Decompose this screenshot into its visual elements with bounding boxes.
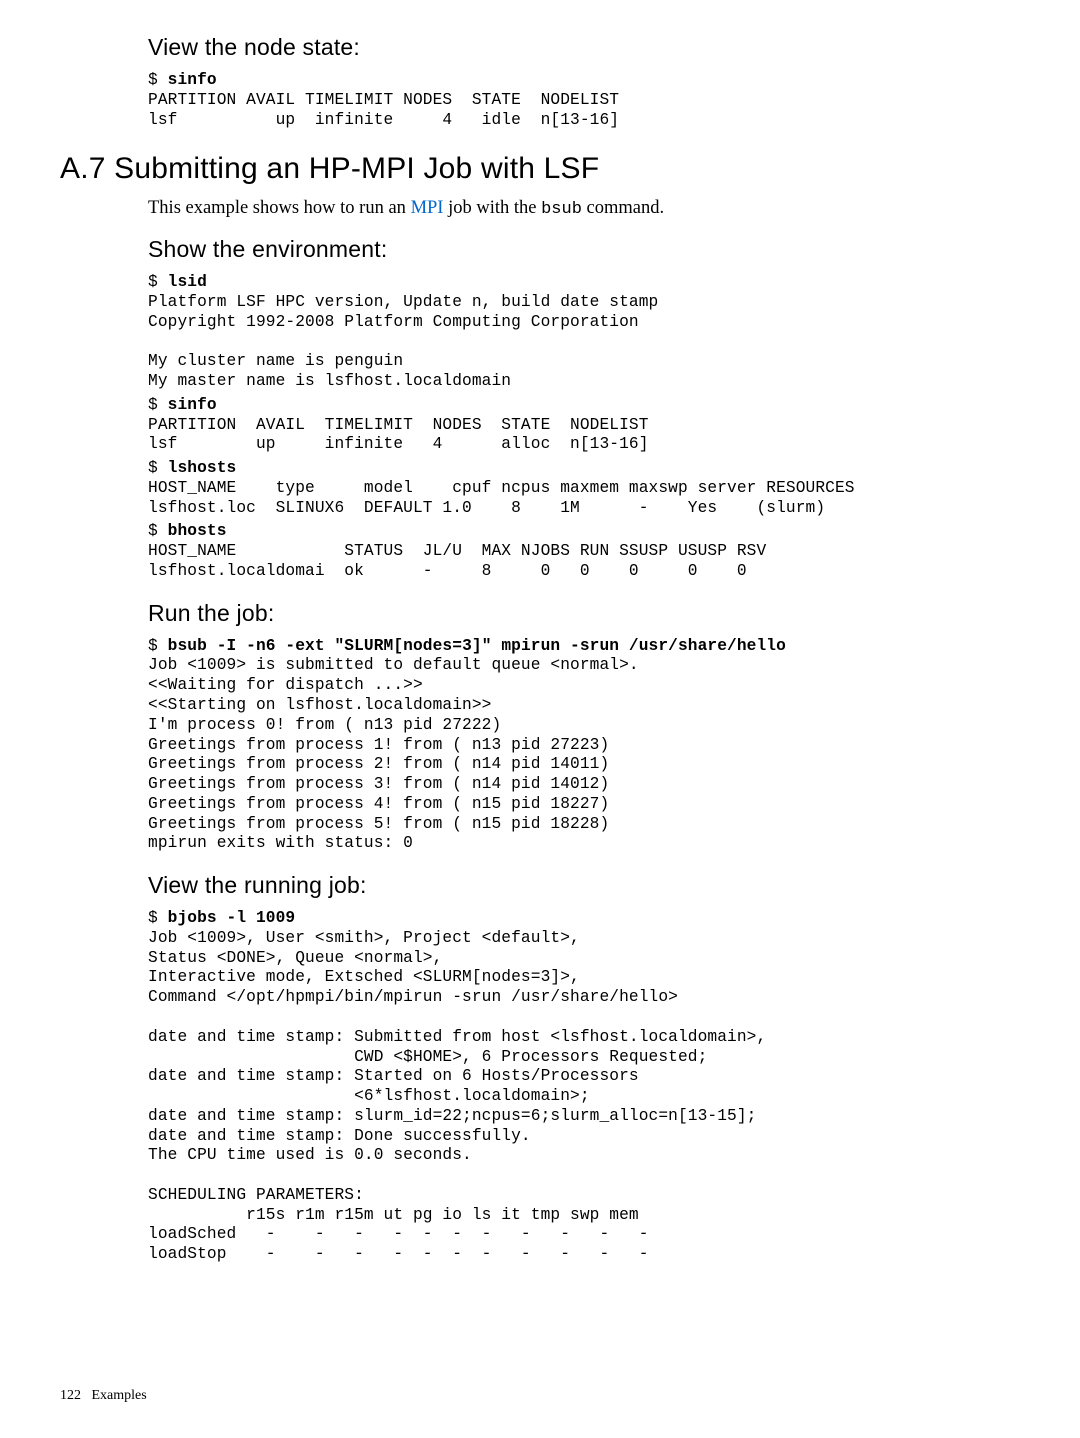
heading-view-running-job: View the running job: bbox=[148, 872, 998, 899]
heading-a7: A.7 Submitting an HP-MPI Job with LSF bbox=[60, 152, 998, 186]
code-lsid: $ lsid Platform LSF HPC version, Update … bbox=[148, 273, 998, 392]
code-bsub: $ bsub -I -n6 -ext "SLURM[nodes=3]" mpir… bbox=[148, 637, 998, 854]
code-sinfo-1: $ sinfo PARTITION AVAIL TIMELIMIT NODES … bbox=[148, 71, 998, 130]
intro-paragraph: This example shows how to run an MPI job… bbox=[148, 196, 998, 222]
code-lshosts: $ lshosts HOST_NAME type model cpuf ncpu… bbox=[148, 459, 998, 518]
page-footer: 122 Examples bbox=[60, 1388, 147, 1404]
footer-label: Examples bbox=[92, 1388, 147, 1403]
page-number: 122 bbox=[60, 1388, 81, 1403]
intro-text-mid: job with the bbox=[443, 198, 541, 218]
heading-view-node-state: View the node state: bbox=[148, 34, 998, 61]
heading-show-environment: Show the environment: bbox=[148, 236, 998, 263]
code-bhosts: $ bhosts HOST_NAME STATUS JL/U MAX NJOBS… bbox=[148, 522, 998, 581]
intro-text-post: command. bbox=[582, 198, 664, 218]
code-sinfo-2: $ sinfo PARTITION AVAIL TIMELIMIT NODES … bbox=[148, 396, 998, 455]
intro-text-pre: This example shows how to run an bbox=[148, 198, 411, 218]
heading-run-job: Run the job: bbox=[148, 600, 998, 627]
code-bjobs: $ bjobs -l 1009 Job <1009>, User <smith>… bbox=[148, 909, 998, 1265]
bsub-inline-code: bsub bbox=[541, 200, 582, 219]
mpi-link[interactable]: MPI bbox=[411, 198, 444, 218]
